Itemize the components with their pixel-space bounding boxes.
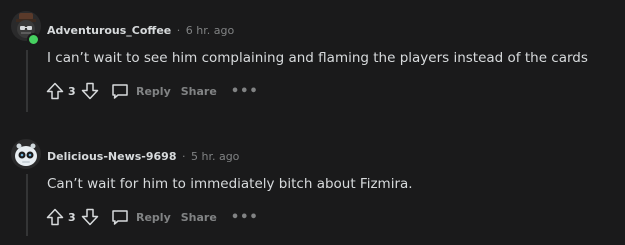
share-button[interactable]: Share [181,85,217,98]
share-label: Share [180,84,217,98]
reply-label: Reply [136,84,171,98]
comment: Adventurous_Coffee · 6 hr. ago I can’t w… [0,0,625,122]
share-button[interactable]: Share [181,211,217,224]
vote-score: 3 [68,210,76,224]
username-link[interactable]: Adventurous_Coffee [47,24,171,37]
share-label: Share [180,210,217,224]
speech-bubble-icon [112,84,128,99]
thread-line[interactable] [26,174,28,236]
timestamp[interactable]: 5 hr. ago [191,150,239,163]
avatar-icon[interactable] [10,138,42,170]
more-options-icon[interactable]: ••• [231,210,259,225]
reply-button[interactable]: Reply [110,207,171,227]
timestamp[interactable]: 6 hr. ago [186,24,234,37]
upvote-icon[interactable] [45,81,65,101]
comment-actions: 3 Reply Share ••• [45,79,259,103]
speech-bubble-icon [112,210,128,225]
comment-body: I can’t wait to see him complaining and … [47,50,588,66]
comment: Delicious-News-9698 · 5 hr. ago Can’t wa… [0,122,625,245]
vote-score: 3 [68,84,76,98]
online-status-icon [27,33,40,46]
downvote-icon[interactable] [80,207,100,227]
comment-actions: 3 Reply Share ••• [45,205,259,229]
separator-dot: · [181,150,186,163]
comment-body: Can’t wait for him to immediately bitch … [47,176,413,192]
separator-dot: · [176,24,181,37]
comment-meta: Delicious-News-9698 · 5 hr. ago [47,150,239,164]
reply-label: Reply [136,210,171,224]
username-link[interactable]: Delicious-News-9698 [47,150,176,163]
more-options-icon[interactable]: ••• [231,84,259,99]
downvote-icon[interactable] [80,81,100,101]
upvote-icon[interactable] [45,207,65,227]
thread-line[interactable] [26,50,28,112]
comment-meta: Adventurous_Coffee · 6 hr. ago [47,24,234,38]
reply-button[interactable]: Reply [110,81,171,101]
